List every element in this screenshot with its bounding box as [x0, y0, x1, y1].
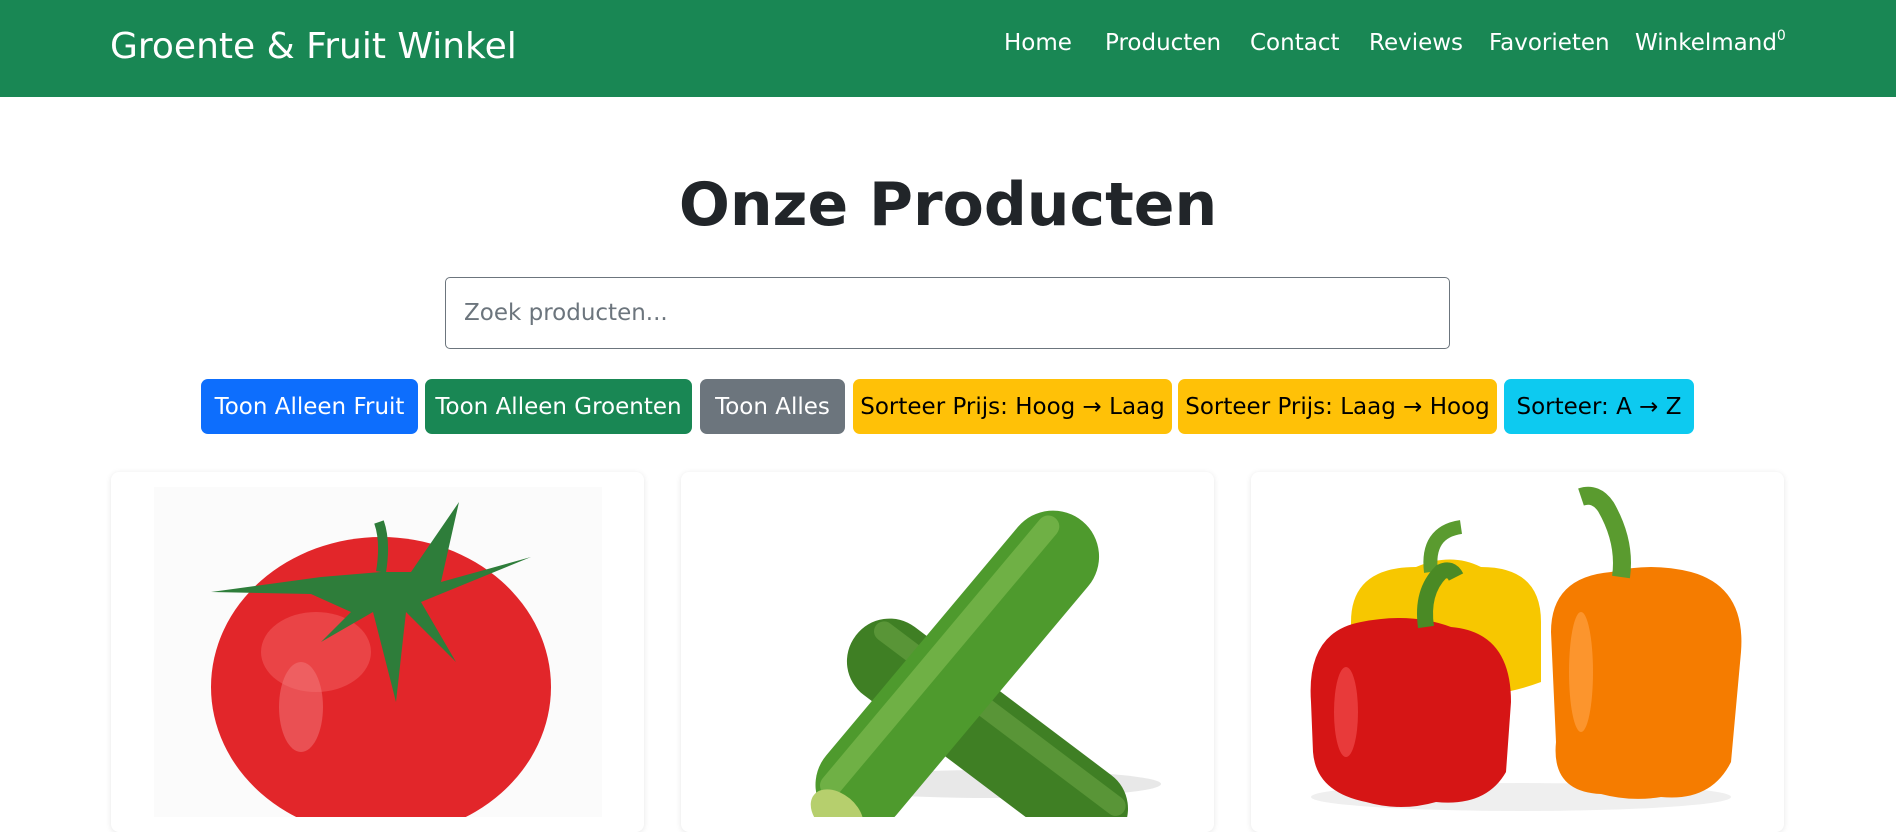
- nav-producten[interactable]: Producten: [1105, 30, 1221, 60]
- cucumber-image: [810, 510, 1161, 817]
- cart-label: Winkelmand: [1635, 30, 1777, 56]
- product-card-tomato[interactable]: [111, 472, 644, 832]
- nav-home[interactable]: Home: [1004, 30, 1072, 60]
- nav-reviews[interactable]: Reviews: [1369, 30, 1463, 60]
- nav-contact[interactable]: Contact: [1250, 30, 1339, 60]
- sort-price-desc-button[interactable]: Sorteer Prijs: Hoog → Laag: [853, 379, 1172, 434]
- sort-az-button[interactable]: Sorteer: A → Z: [1504, 379, 1694, 434]
- nav-winkelmand[interactable]: Winkelmand0: [1635, 28, 1786, 60]
- search-input[interactable]: [445, 277, 1450, 349]
- filter-groenten-button[interactable]: Toon Alleen Groenten: [425, 379, 692, 434]
- nav-favorieten[interactable]: Favorieten: [1489, 30, 1610, 60]
- cart-count-badge: 0: [1776, 28, 1786, 44]
- bell-peppers-image: [1310, 486, 1742, 811]
- product-card-bell-peppers[interactable]: [1251, 472, 1784, 832]
- filter-alles-button[interactable]: Toon Alles: [700, 379, 845, 434]
- brand-link[interactable]: Groente & Fruit Winkel: [110, 26, 517, 67]
- product-card-cucumber[interactable]: [681, 472, 1214, 832]
- navbar: Groente & Fruit Winkel Home Producten Co…: [0, 0, 1896, 97]
- tomato-image: [154, 487, 602, 817]
- filter-fruit-button[interactable]: Toon Alleen Fruit: [201, 379, 418, 434]
- page-title: Onze Producten: [678, 170, 1218, 240]
- sort-price-asc-button[interactable]: Sorteer Prijs: Laag → Hoog: [1178, 379, 1497, 434]
